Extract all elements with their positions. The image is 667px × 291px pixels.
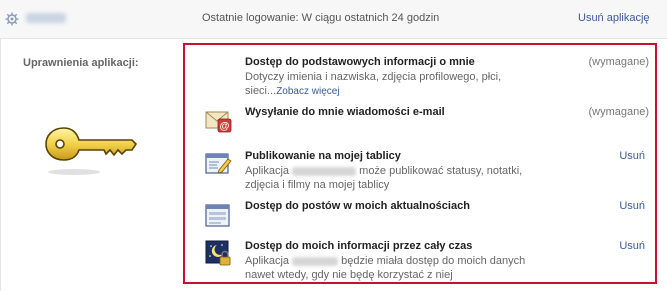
permission-row-basic-info: Dostęp do podstawowych informacji o mnie… [185, 56, 655, 98]
required-status: (wymagane) [588, 106, 649, 118]
permission-row-news-feed: Dostęp do postów w moich aktualnościach … [185, 200, 655, 230]
offline-access-icon [205, 240, 231, 266]
news-feed-icon [205, 204, 230, 227]
panel-left-border [0, 38, 1, 291]
remove-permission-link[interactable]: Usuń [619, 240, 645, 252]
see-more-link[interactable]: Zobacz więcej [276, 86, 339, 97]
app-gear-icon [5, 12, 19, 26]
app-name-redacted [292, 256, 339, 266]
permission-description: Aplikacja może publikować statusy, notat… [245, 164, 545, 192]
last-login-text: Ostatnie logowanie: W ciągu ostatnich 24… [202, 12, 440, 24]
app-word: Aplikacja [245, 255, 290, 267]
permission-row-publish: Publikowanie na mojej tablicy Usuń Aplik… [185, 150, 655, 196]
permission-row-offline-access: Dostęp do moich informacji przez cały cz… [185, 240, 655, 284]
permission-title: Dostęp do podstawowych informacji o mnie [245, 56, 475, 68]
remove-permission-link[interactable]: Usuń [619, 150, 645, 162]
email-icon: @ [205, 111, 232, 133]
permission-title: Dostęp do postów w moich aktualnościach [245, 200, 470, 212]
app-name-redacted [26, 13, 66, 23]
required-status: (wymagane) [588, 56, 649, 68]
permission-description: Dotyczy imienia i nazwiska, zdjęcia prof… [245, 70, 545, 99]
wall-post-icon [205, 153, 232, 174]
permissions-label: Uprawnienia aplikacji: [23, 57, 139, 69]
svg-text:@: @ [220, 121, 230, 132]
remove-permission-link[interactable]: Usuń [619, 200, 645, 212]
permission-title: Publikowanie na mojej tablicy [245, 150, 401, 162]
permission-row-email: @ Wysyłanie do mnie wiadomości e-mail (w… [185, 106, 655, 138]
app-name-redacted [292, 166, 357, 176]
remove-app-link[interactable]: Usuń aplikację [578, 12, 650, 24]
permission-title: Wysyłanie do mnie wiadomości e-mail [245, 106, 445, 118]
permission-title: Dostęp do moich informacji przez cały cz… [245, 240, 473, 252]
app-word: Aplikacja [245, 165, 290, 177]
app-header: Ostatnie logowanie: W ciągu ostatnich 24… [0, 0, 667, 39]
permission-description: Aplikacja będzie miała dostęp do moich d… [245, 254, 545, 282]
permissions-box: Dostęp do podstawowych informacji o mnie… [183, 43, 657, 284]
key-icon [44, 122, 144, 178]
